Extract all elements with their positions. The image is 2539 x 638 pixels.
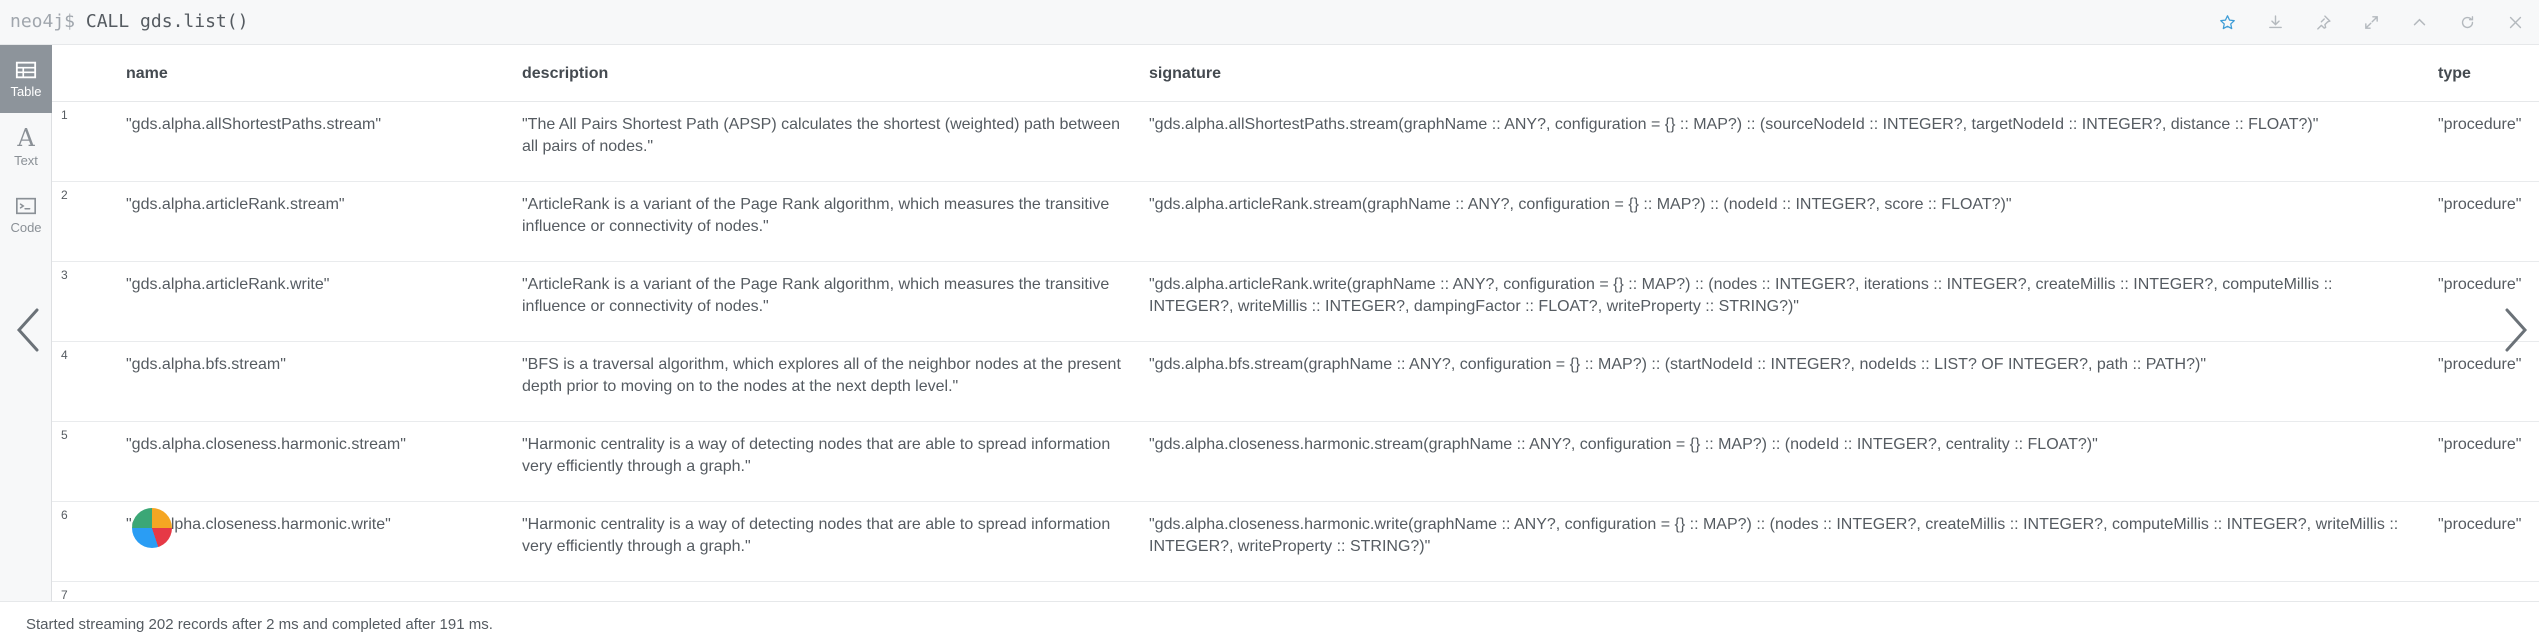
row-number: 3	[61, 268, 68, 282]
cypher-prompt: neo4j$	[10, 11, 76, 32]
expand-icon	[2364, 16, 2378, 29]
frame-toolbar	[2203, 0, 2539, 45]
row-number: 2	[61, 188, 68, 202]
cell-description: "BFS is a traversal algorithm, which exp…	[522, 356, 1121, 395]
table-row: 3 "gds.alpha.articleRank.write" "Article…	[52, 262, 2539, 342]
cell-description: "Harmonic centrality is a way of detecti…	[522, 516, 1111, 555]
fullscreen-button[interactable]	[2347, 0, 2395, 45]
cell-name: "gds.alpha.closeness.harmonic.stream"	[126, 436, 406, 453]
text-icon: A	[17, 124, 35, 152]
column-header-name[interactable]: name	[126, 65, 168, 83]
row-number: 7	[61, 588, 68, 601]
cell-description: "Harmonic centrality is a way of detecti…	[522, 436, 1111, 475]
table-icon	[15, 61, 37, 79]
query-editor[interactable]: neo4j$ CALL gds.list()	[10, 11, 248, 32]
favorite-button[interactable]	[2203, 0, 2251, 45]
chevron-left-icon	[16, 308, 39, 352]
collapse-button[interactable]	[2395, 0, 2443, 45]
table-row: 6 "gds.alpha.closeness.harmonic.write" "…	[52, 502, 2539, 582]
rerun-button[interactable]	[2443, 0, 2491, 45]
mode-table[interactable]: Table	[0, 45, 52, 113]
cell-description: "ArticleRank is a variant of the Page Ra…	[522, 196, 1110, 235]
mode-text[interactable]: A Text	[0, 113, 52, 181]
table-row: 4 "gds.alpha.bfs.stream" "BFS is a trave…	[52, 342, 2539, 422]
close-icon	[2509, 16, 2521, 29]
cell-description: "ArticleRank is a variant of the Page Ra…	[522, 276, 1110, 315]
previous-page-button[interactable]	[8, 300, 48, 360]
cell-type: "procedure"	[2438, 196, 2522, 213]
mode-table-label: Table	[10, 84, 42, 99]
star-icon	[2219, 15, 2235, 30]
close-frame-button[interactable]	[2491, 0, 2539, 45]
mode-code-label: Code	[10, 220, 42, 235]
pin-icon	[2316, 15, 2331, 30]
download-icon	[2268, 15, 2282, 29]
chevron-right-icon	[2505, 308, 2528, 352]
cell-signature: "gds.alpha.articleRank.stream(graphName …	[1149, 196, 2012, 213]
cell-signature: "gds.alpha.bfs.stream(graphName :: ANY?,…	[1149, 356, 2206, 373]
mode-code[interactable]: Code	[0, 181, 52, 249]
column-header-signature[interactable]: signature	[1149, 65, 1221, 83]
cell-type: "procedure"	[2438, 276, 2522, 293]
code-icon	[16, 197, 36, 215]
table-row: 7	[52, 582, 2539, 601]
table-row: 5 "gds.alpha.closeness.harmonic.stream" …	[52, 422, 2539, 502]
cell-signature: "gds.alpha.articleRank.write(graphName :…	[1149, 276, 2333, 315]
cell-name: "gds.alpha.closeness.harmonic.write"	[126, 516, 391, 533]
query-bar: neo4j$ CALL gds.list()	[0, 0, 2539, 45]
cell-name: "gds.alpha.articleRank.write"	[126, 276, 330, 293]
table-row: 2 "gds.alpha.articleRank.stream" "Articl…	[52, 182, 2539, 262]
cell-type: "procedure"	[2438, 116, 2522, 133]
column-header-description[interactable]: description	[522, 65, 608, 83]
cell-name: "gds.alpha.articleRank.stream"	[126, 196, 345, 213]
row-number: 6	[61, 508, 68, 522]
next-page-button[interactable]	[2496, 300, 2536, 360]
cell-name: "gds.alpha.allShortestPaths.stream"	[126, 116, 382, 133]
refresh-icon	[2461, 16, 2473, 29]
query-text[interactable]: CALL gds.list()	[86, 11, 249, 32]
column-header-type[interactable]: type	[2438, 65, 2471, 83]
row-number: 5	[61, 428, 68, 442]
row-number: 4	[61, 348, 68, 362]
cell-type: "procedure"	[2438, 516, 2522, 533]
cell-name: "gds.alpha.bfs.stream"	[126, 356, 286, 373]
table-header: name description signature type	[52, 45, 2539, 102]
floating-avatar-icon[interactable]	[132, 508, 172, 548]
status-bar: Started streaming 202 records after 2 ms…	[0, 601, 2539, 638]
cell-type: "procedure"	[2438, 436, 2522, 453]
result-table: name description signature type 1 "gds.a…	[52, 45, 2539, 601]
export-button[interactable]	[2251, 0, 2299, 45]
pin-button[interactable]	[2299, 0, 2347, 45]
table-row: 1 "gds.alpha.allShortestPaths.stream" "T…	[52, 102, 2539, 182]
cell-description: "The All Pairs Shortest Path (APSP) calc…	[522, 116, 1120, 155]
row-number: 1	[61, 108, 68, 122]
status-message: Started streaming 202 records after 2 ms…	[26, 616, 493, 633]
cell-signature: "gds.alpha.closeness.harmonic.stream(gra…	[1149, 436, 2098, 453]
cell-signature: "gds.alpha.closeness.harmonic.write(grap…	[1149, 516, 2399, 555]
cell-signature: "gds.alpha.allShortestPaths.stream(graph…	[1149, 116, 2319, 133]
mode-text-label: Text	[14, 153, 38, 168]
collapse-up-icon	[2413, 18, 2425, 26]
